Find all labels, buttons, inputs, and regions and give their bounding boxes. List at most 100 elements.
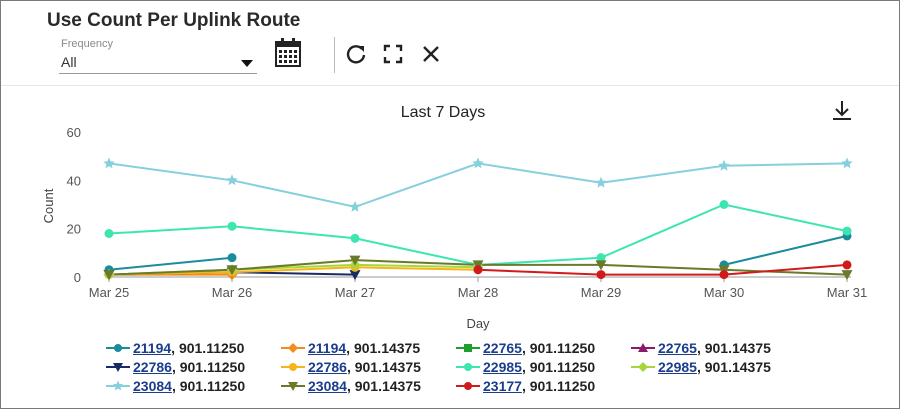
data-point[interactable] [350,233,360,243]
toolbar-divider [334,37,335,73]
legend-frequency: , 901.11250 [171,359,246,375]
series-line [108,203,848,266]
legend-label: 22786, 901.11250 [133,359,245,375]
legend-marker-icon [456,344,480,352]
legend-frequency: , 901.11250 [171,378,246,394]
y-tick-label: 20 [67,222,81,237]
legend-marker-icon [631,343,655,352]
legend-route-link[interactable]: 23084 [133,378,172,394]
download-icon[interactable] [833,101,851,120]
legend-route-link[interactable]: 22985 [483,359,522,375]
legend-marker-icon [456,363,480,371]
data-point[interactable] [112,380,124,391]
series-line [108,256,233,271]
legend-route-link[interactable]: 22786 [133,359,172,375]
legend-marker-icon [456,382,480,390]
data-point[interactable] [842,260,852,270]
series-line [108,162,848,208]
legend-label: 23084, 901.11250 [133,378,245,394]
data-point[interactable] [227,253,237,263]
x-tick-label: Mar 25 [89,285,129,300]
series-line [723,234,848,266]
legend-marker-icon [281,363,305,371]
data-point[interactable] [464,344,472,352]
x-axis-label: Day [466,316,490,331]
y-axis-label: Count [41,188,56,223]
data-point[interactable] [349,200,361,212]
legend-frequency: , 901.11250 [521,340,596,356]
frequency-select[interactable]: All [59,51,257,74]
refresh-icon[interactable] [345,43,367,65]
legend-frequency: , 901.14375 [696,340,771,356]
legend-marker-icon [281,343,305,353]
legend-route-link[interactable]: 23084 [308,378,347,394]
legend-label: 22985, 901.11250 [483,359,595,375]
legend-label: 21194, 901.11250 [133,340,244,356]
widget-panel: Use Count Per Uplink Route Frequency All [0,0,900,409]
legend-frequency: , 901.14375 [346,340,421,356]
data-point[interactable] [718,159,730,171]
legend-route-link[interactable]: 22985 [658,359,697,375]
legend-route-link[interactable]: 22765 [658,340,697,356]
legend-label: 21194, 901.14375 [308,340,420,356]
legend-route-link[interactable]: 21194 [308,340,346,356]
chart-title: Last 7 Days [401,104,485,121]
legend-label: 22765, 901.14375 [658,340,771,356]
frequency-label: Frequency [61,38,113,50]
data-point[interactable] [472,157,484,169]
legend-route-link[interactable]: 23177 [483,378,522,394]
data-point[interactable] [464,363,472,371]
legend-label: 22985, 901.14375 [658,359,771,375]
data-point[interactable] [842,226,852,236]
data-point[interactable] [104,229,114,238]
legend-frequency: , 901.14375 [346,359,421,375]
data-point[interactable] [289,363,297,371]
legend-label: 23177, 901.11250 [483,378,595,394]
data-point[interactable] [464,382,472,390]
frequency-value: All [61,54,77,70]
y-tick-label: 60 [67,125,81,140]
legend-label: 22765, 901.11250 [483,340,595,356]
legend-frequency: , 901.14375 [346,378,421,394]
data-point[interactable] [595,176,607,188]
legend-route-link[interactable]: 21194 [133,340,171,356]
legend-frequency: , 901.11250 [521,378,596,394]
header-separator [1,85,899,86]
data-point[interactable] [227,221,237,231]
legend-marker-icon [106,344,130,352]
legend-frequency: , 901.14375 [696,359,771,375]
legend-label: 22786, 901.14375 [308,359,421,375]
legend-marker-icon [106,363,130,372]
legend-route-link[interactable]: 22786 [308,359,347,375]
data-point[interactable] [114,344,122,352]
x-tick-label: Mar 26 [212,285,252,300]
legend-marker-icon [281,382,305,391]
data-point[interactable] [473,265,483,275]
data-point[interactable] [288,343,298,353]
legend-frequency: , 901.11250 [521,359,596,375]
x-tick-label: Mar 27 [335,285,375,300]
calendar-icon[interactable] [273,37,303,69]
close-icon[interactable] [421,44,441,64]
fullscreen-icon[interactable] [383,44,403,64]
widget-title: Use Count Per Uplink Route [47,10,301,31]
data-point[interactable] [226,174,238,186]
data-point[interactable] [103,157,115,169]
data-point[interactable] [596,270,606,280]
legend-marker-icon [631,362,655,372]
x-tick-label: Mar 30 [704,285,744,300]
data-point[interactable] [719,200,729,209]
line-chart: Last 7 Days Mar 25 Mar 26 Mar 27 Mar 28 Mar … [41,101,867,331]
legend-route-link[interactable]: 22765 [483,340,522,356]
data-point[interactable] [638,362,648,372]
chevron-down-icon [241,60,253,67]
data-point[interactable] [841,157,853,169]
legend-label: 23084, 901.14375 [308,378,421,394]
legend-frequency: , 901.11250 [171,340,245,356]
y-tick-label: 0 [74,270,81,285]
data-point[interactable] [719,270,729,280]
y-tick-label: 40 [67,173,81,188]
x-tick-label: Mar 29 [581,285,621,300]
x-tick-label: Mar 31 [827,285,867,300]
x-tick-label: Mar 28 [458,285,498,300]
